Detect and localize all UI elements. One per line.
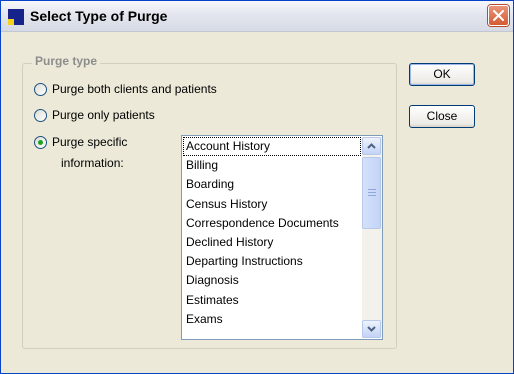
radio-specific-label-cont[interactable]: information: xyxy=(61,156,124,170)
radio-only-patients-label[interactable]: Purge only patients xyxy=(52,108,155,122)
purge-type-label: Purge type xyxy=(32,54,101,68)
list-items: Account History Billing Boarding Census … xyxy=(183,137,361,329)
grip-line xyxy=(368,189,376,190)
list-item[interactable]: Boarding xyxy=(183,175,361,194)
chevron-down-icon xyxy=(367,326,376,332)
window-title: Select Type of Purge xyxy=(30,8,168,24)
purge-info-list[interactable]: Account History Billing Boarding Census … xyxy=(181,135,383,340)
radio-both-clients-patients[interactable] xyxy=(34,83,47,96)
close-window-button[interactable] xyxy=(488,5,509,26)
list-item[interactable]: Exams xyxy=(183,310,361,329)
radio-specific-label[interactable]: Purge specific xyxy=(52,135,127,149)
list-item[interactable]: Billing xyxy=(183,156,361,175)
grip-line xyxy=(368,195,376,196)
close-button[interactable]: Close xyxy=(409,105,475,128)
list-item[interactable]: Declined History xyxy=(183,233,361,252)
list-item[interactable]: Estimates xyxy=(183,291,361,310)
purge-dialog: Select Type of Purge Purge type Purge bo… xyxy=(0,0,514,374)
scroll-down-button[interactable] xyxy=(362,320,381,338)
grip-line xyxy=(368,192,376,193)
chevron-up-icon xyxy=(367,143,376,149)
radio-specific-information[interactable] xyxy=(34,136,47,149)
scroll-thumb[interactable] xyxy=(362,157,381,229)
list-item[interactable]: Account History xyxy=(183,137,361,157)
app-icon xyxy=(8,9,24,25)
radio-both-label[interactable]: Purge both clients and patients xyxy=(52,82,217,96)
list-item[interactable]: Departing Instructions xyxy=(183,252,361,271)
title-bar[interactable]: Select Type of Purge xyxy=(1,1,513,32)
list-item[interactable]: Diagnosis xyxy=(183,271,361,290)
ok-button[interactable]: OK xyxy=(409,63,475,86)
list-item[interactable]: Correspondence Documents xyxy=(183,214,361,233)
close-icon xyxy=(493,10,504,21)
list-item[interactable]: Census History xyxy=(183,195,361,214)
scroll-up-button[interactable] xyxy=(362,137,381,155)
list-scrollbar[interactable] xyxy=(362,137,382,338)
radio-only-patients[interactable] xyxy=(34,109,47,122)
